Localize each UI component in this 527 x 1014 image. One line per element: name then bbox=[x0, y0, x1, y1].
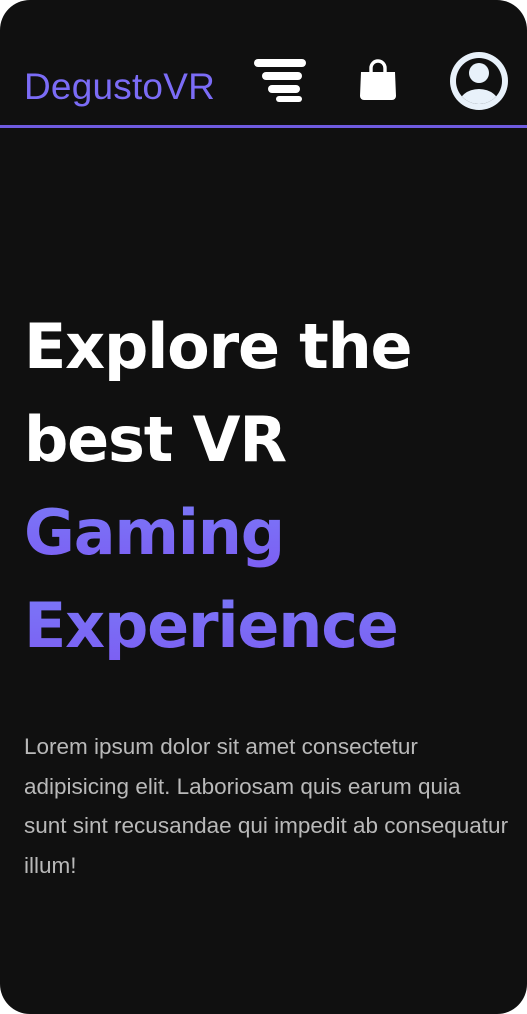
hero-headline: Explore the best VR Gaming Experience bbox=[24, 300, 504, 672]
hero-line-3: Gaming bbox=[24, 486, 504, 579]
hero-line-2: best VR bbox=[24, 403, 287, 476]
navbar: DegustoVR bbox=[0, 0, 527, 128]
hero-description: Lorem ipsum dolor sit amet consectetur a… bbox=[24, 734, 509, 878]
user-profile-icon[interactable] bbox=[449, 51, 509, 111]
hero-line-1: Explore the bbox=[24, 310, 413, 383]
shopping-bag-icon[interactable] bbox=[356, 58, 400, 102]
menu-icon[interactable] bbox=[252, 58, 308, 104]
hero-line-4: Experience bbox=[24, 579, 504, 672]
phone-screen: DegustoVR Explore the best VR Gaming Exp… bbox=[0, 0, 527, 1014]
brand-logo[interactable]: DegustoVR bbox=[24, 62, 215, 112]
